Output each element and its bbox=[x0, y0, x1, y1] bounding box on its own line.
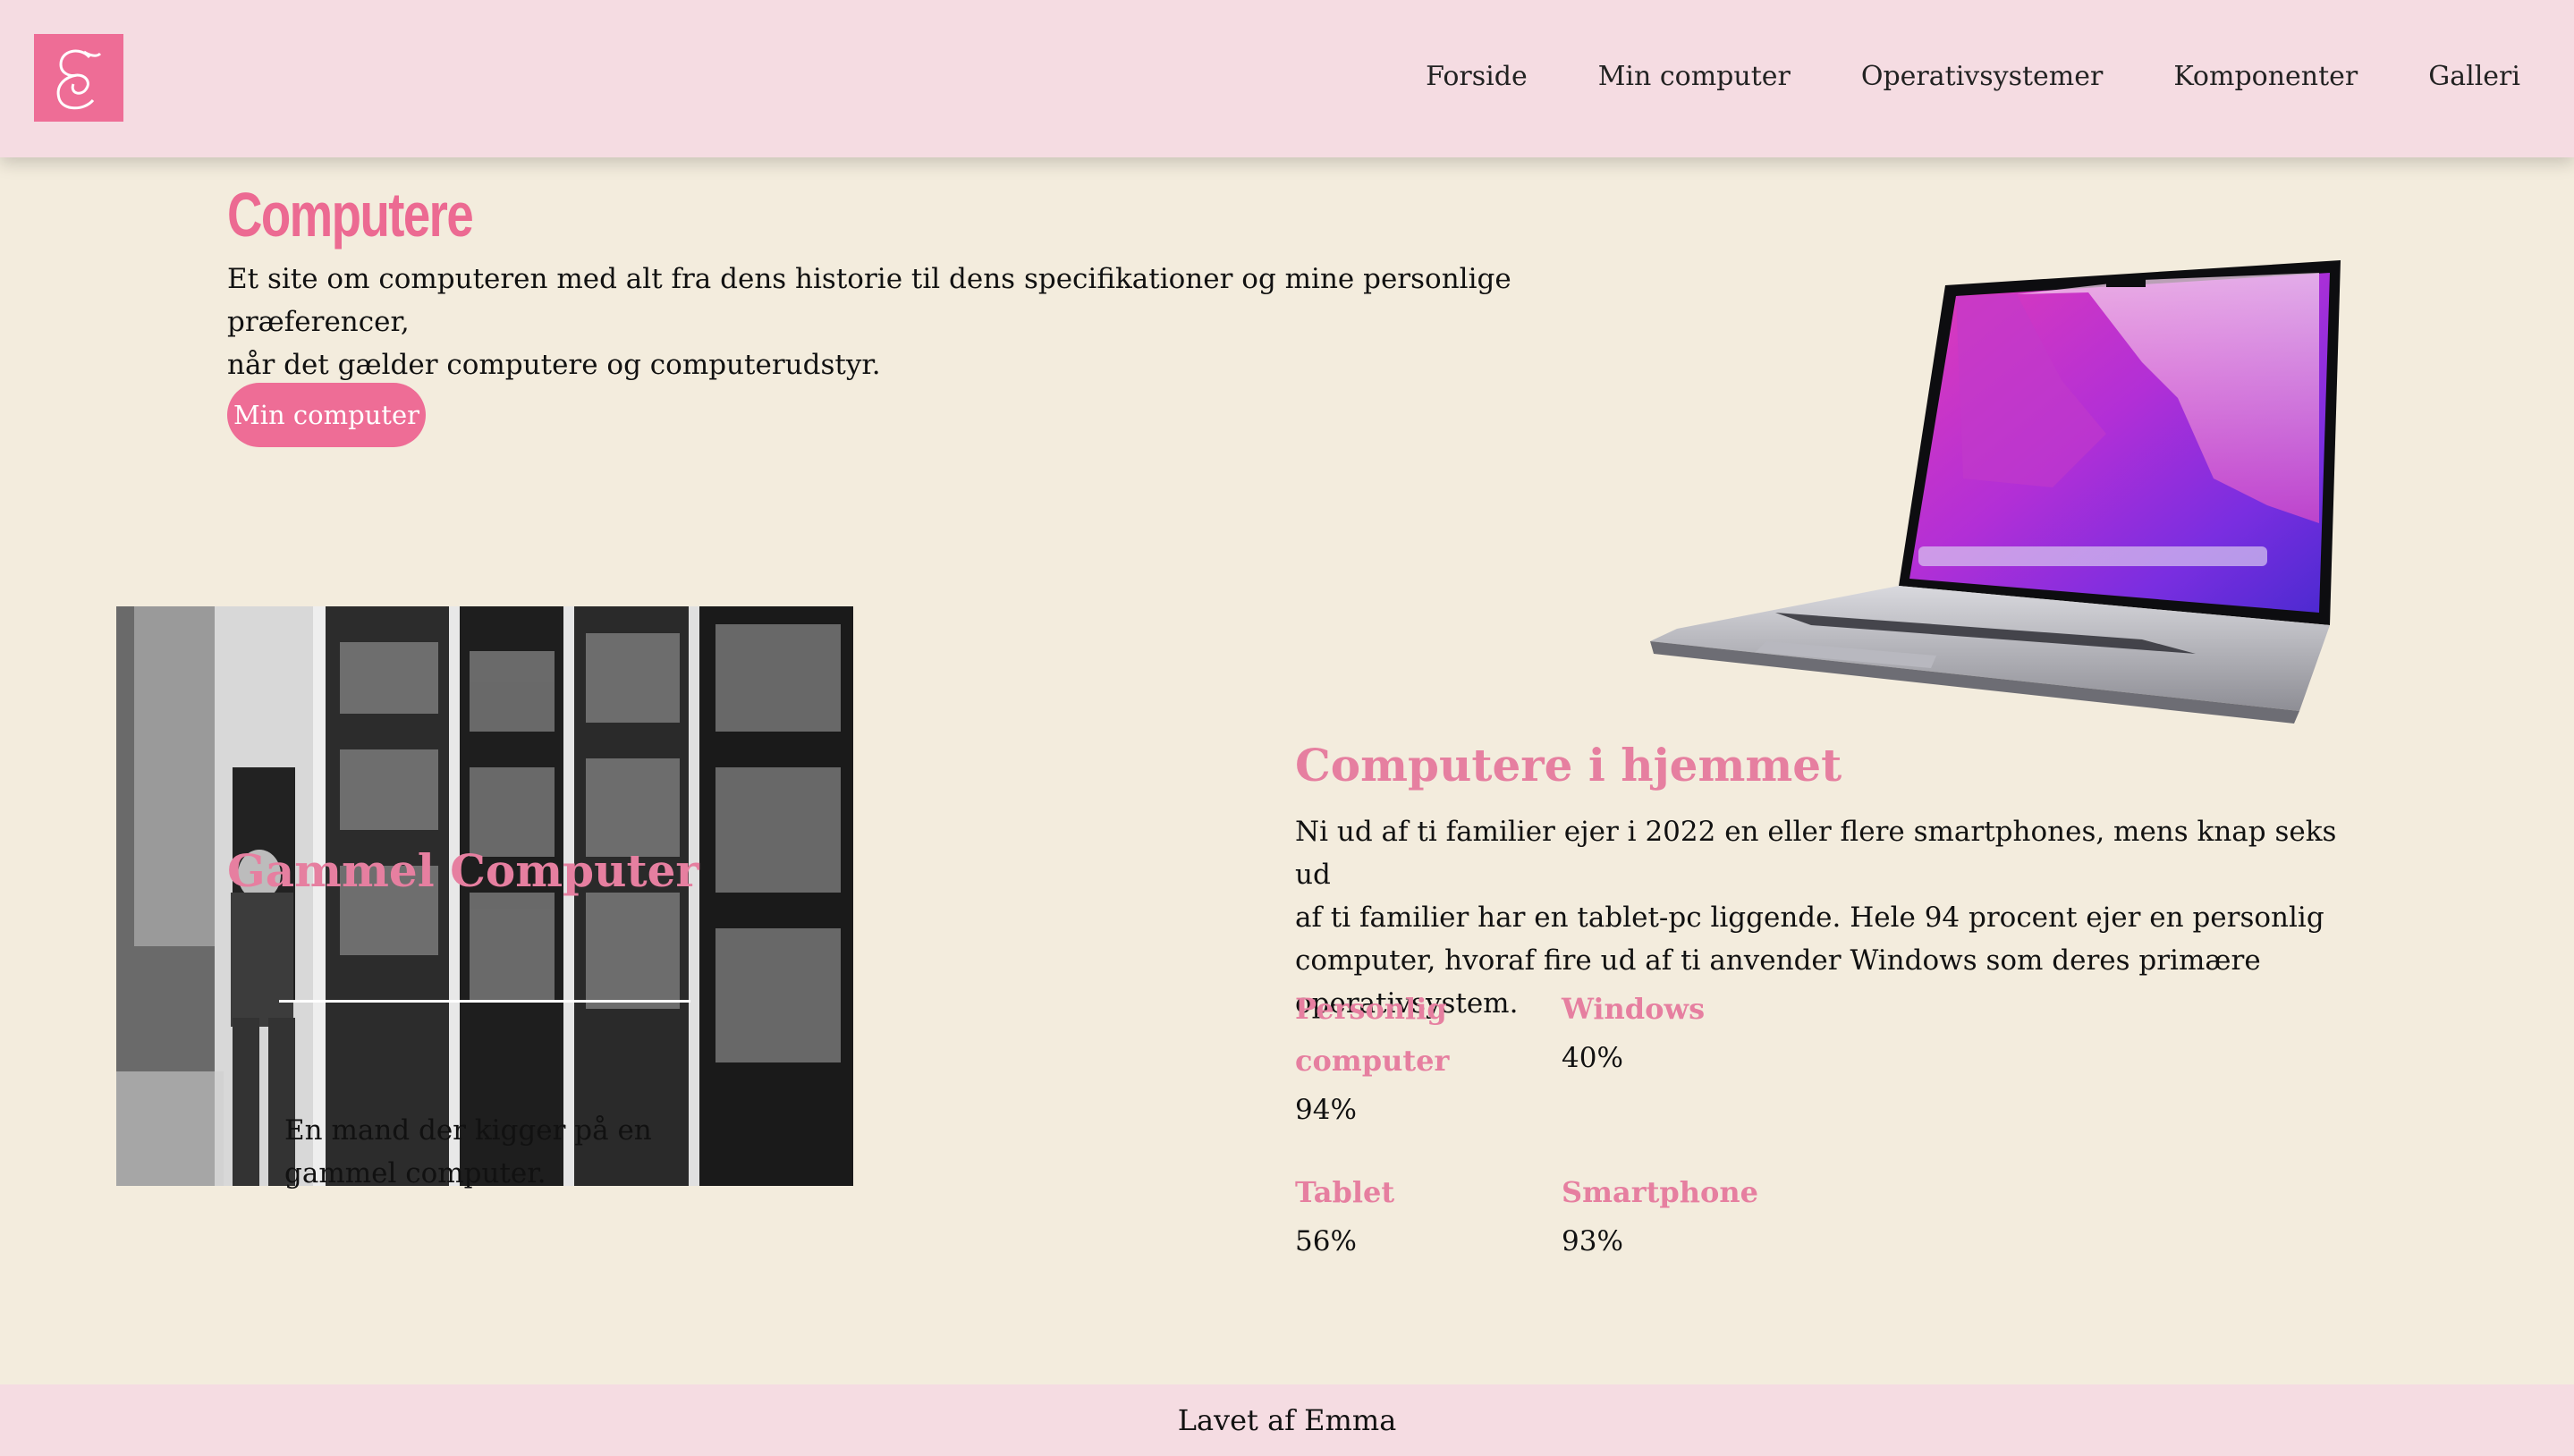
stat-personal-computer: Personlig computer 94% bbox=[1295, 983, 1492, 1133]
main-nav: Forside Min computer Operativsystemer Ko… bbox=[1426, 0, 2574, 152]
stat-label: Tablet bbox=[1295, 1175, 1395, 1209]
nav-forside[interactable]: Forside bbox=[1426, 61, 1528, 92]
stat-windows: Windows 40% bbox=[1562, 983, 1794, 1081]
home-text-line-1: Ni ud af ti familier ejer i 2022 en elle… bbox=[1295, 816, 2337, 891]
laptop-image bbox=[1641, 255, 2348, 729]
hero-intro-line-1: Et site om computeren med alt fra dens h… bbox=[227, 263, 1511, 338]
site-footer: Lavet af Emma bbox=[0, 1384, 2574, 1456]
stat-value: 40% bbox=[1562, 1042, 1623, 1074]
old-computer-title: Gammel Computer bbox=[227, 844, 699, 897]
caption-line-1: En mand der kigger på en bbox=[284, 1114, 652, 1147]
nav-operativsystemer[interactable]: Operativsystemer bbox=[1861, 61, 2103, 92]
min-computer-button[interactable]: Min computer bbox=[227, 383, 426, 447]
hero-intro: Et site om computeren med alt fra dens h… bbox=[227, 258, 1640, 386]
stat-value: 94% bbox=[1295, 1094, 1357, 1126]
home-section-title: Computere i hjemmet bbox=[1295, 739, 1842, 791]
stat-label: Windows bbox=[1562, 992, 1706, 1026]
stat-label: Personlig computer bbox=[1295, 983, 1492, 1087]
nav-min-computer[interactable]: Min computer bbox=[1598, 61, 1791, 92]
home-text-line-2: af ti familier har en tablet-pc liggende… bbox=[1295, 902, 2324, 934]
stat-label: Smartphone bbox=[1562, 1175, 1758, 1209]
site-header: Forside Min computer Operativsystemer Ko… bbox=[0, 0, 2574, 157]
nav-komponenter[interactable]: Komponenter bbox=[2173, 61, 2358, 92]
stat-value: 56% bbox=[1295, 1225, 1357, 1257]
nav-galleri[interactable]: Galleri bbox=[2428, 61, 2520, 92]
stat-smartphone: Smartphone 93% bbox=[1562, 1166, 1794, 1265]
page-title: Computere bbox=[227, 180, 474, 250]
home-text-line-3: computer, hvoraf fire ud af ti anvender … bbox=[1295, 944, 2261, 977]
stat-label-line-1: Personlig bbox=[1295, 992, 1447, 1026]
divider bbox=[279, 1000, 690, 1003]
footer-text: Lavet af Emma bbox=[1177, 1403, 1397, 1437]
stat-value: 93% bbox=[1562, 1225, 1623, 1257]
caption-line-2: gammel computer. bbox=[284, 1157, 546, 1189]
script-e-logo-icon[interactable] bbox=[34, 34, 123, 122]
stat-label-line-2: computer bbox=[1295, 1044, 1450, 1078]
stat-tablet: Tablet 56% bbox=[1295, 1166, 1492, 1265]
hero-intro-line-2: når det gælder computere og computerudst… bbox=[227, 349, 881, 381]
old-computer-caption: En mand der kigger på en gammel computer… bbox=[284, 1109, 660, 1195]
